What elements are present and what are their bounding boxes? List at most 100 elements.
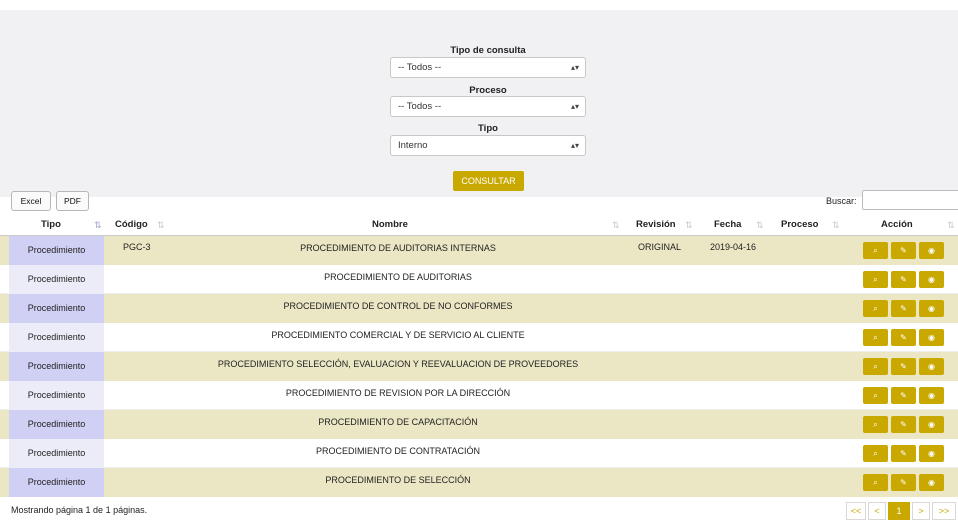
tipo-cell: Procedimiento: [9, 468, 104, 497]
hide-button[interactable]: ◉: [919, 416, 944, 433]
table-row: Procedimiento PROCEDIMIENTO COMERCIAL Y D…: [0, 323, 958, 352]
magnifier-icon: ⌕: [873, 478, 878, 487]
view-button[interactable]: ⌕: [863, 271, 888, 288]
edit-icon: ✎: [900, 478, 907, 487]
proceso-value: -- Todos --: [398, 101, 442, 112]
edit-button[interactable]: ✎: [891, 271, 916, 288]
select-arrows-icon: ▴▾: [570, 102, 579, 111]
magnifier-icon: ⌕: [873, 304, 878, 313]
pagination-info: Mostrando página 1 de 1 páginas.: [11, 505, 148, 515]
edit-button[interactable]: ✎: [891, 242, 916, 259]
edit-icon: ✎: [900, 246, 907, 255]
table-row: Procedimiento PROCEDIMIENTO SELECCIÓN, EV…: [0, 352, 958, 381]
nombre-cell: PROCEDIMIENTO SELECCIÓN, EVALUACION Y RE…: [217, 359, 579, 369]
pdf-button[interactable]: PDF: [56, 191, 89, 211]
edit-icon: ✎: [900, 304, 907, 313]
page-1-button[interactable]: 1: [888, 502, 910, 520]
edit-button[interactable]: ✎: [891, 300, 916, 317]
col-fecha-header[interactable]: Fecha: [714, 214, 741, 236]
table-row: Procedimiento PROCEDIMIENTO DE CONTROL DE…: [0, 294, 958, 323]
hide-button[interactable]: ◉: [919, 271, 944, 288]
select-arrows-icon: ▴▾: [570, 63, 579, 72]
view-button[interactable]: ⌕: [863, 445, 888, 462]
eye-slash-icon: ◉: [928, 478, 935, 487]
nombre-cell: PROCEDIMIENTO DE CONTRATACIÓN: [315, 446, 480, 456]
edit-button[interactable]: ✎: [891, 387, 916, 404]
nombre-cell: PROCEDIMIENTO DE AUDITORIAS INTERNAS: [300, 243, 496, 253]
prev-page-button[interactable]: <: [868, 502, 886, 520]
edit-icon: ✎: [900, 391, 907, 400]
nombre-cell: PROCEDIMIENTO DE REVISION POR LA DIRECCI…: [285, 388, 511, 398]
sort-icon[interactable]: ⇅: [947, 214, 955, 236]
edit-button[interactable]: ✎: [891, 416, 916, 433]
hide-button[interactable]: ◉: [919, 445, 944, 462]
view-button[interactable]: ⌕: [863, 474, 888, 491]
edit-button[interactable]: ✎: [891, 445, 916, 462]
search-input[interactable]: [862, 190, 958, 210]
hide-button[interactable]: ◉: [919, 358, 944, 375]
eye-slash-icon: ◉: [928, 246, 935, 255]
select-arrows-icon: ▴▾: [570, 141, 579, 150]
nombre-cell: PROCEDIMIENTO DE CONTROL DE NO CONFORMES: [283, 301, 513, 311]
sort-icon[interactable]: ⇅: [157, 214, 165, 236]
col-accion-header[interactable]: Acción: [881, 214, 913, 236]
magnifier-icon: ⌕: [873, 391, 878, 400]
nombre-cell: PROCEDIMIENTO COMERCIAL Y DE SERVICIO AL…: [271, 330, 525, 340]
hide-button[interactable]: ◉: [919, 300, 944, 317]
tipo-label: Tipo: [478, 123, 498, 134]
view-button[interactable]: ⌕: [863, 387, 888, 404]
consultar-button[interactable]: CONSULTAR: [453, 171, 524, 191]
col-revision-header[interactable]: Revisión: [636, 214, 676, 236]
tipo-consulta-value: -- Todos --: [398, 62, 442, 73]
eye-slash-icon: ◉: [928, 449, 935, 458]
sort-icon[interactable]: ⇅: [612, 214, 620, 236]
excel-button[interactable]: Excel: [11, 191, 51, 211]
tipo-cell: Procedimiento: [9, 381, 104, 410]
codigo-cell: PGC-3: [123, 242, 151, 252]
view-button[interactable]: ⌕: [863, 242, 888, 259]
view-button[interactable]: ⌕: [863, 416, 888, 433]
sort-asc-icon[interactable]: ⇅: [94, 214, 102, 236]
revision-cell: ORIGINAL: [638, 242, 682, 252]
view-button[interactable]: ⌕: [863, 329, 888, 346]
proceso-select[interactable]: -- Todos -- ▴▾: [390, 96, 586, 117]
tipo-cell: Procedimiento: [9, 352, 104, 381]
edit-icon: ✎: [900, 275, 907, 284]
col-tipo-header[interactable]: Tipo: [41, 214, 61, 236]
tipo-cell: Procedimiento: [9, 294, 104, 323]
edit-button[interactable]: ✎: [891, 329, 916, 346]
sort-icon[interactable]: ⇅: [685, 214, 693, 236]
col-codigo-header[interactable]: Código: [115, 214, 148, 236]
table-row: Procedimiento PGC-3 PROCEDIMIENTO DE AUDIT…: [0, 236, 958, 265]
col-proceso-header[interactable]: Proceso: [781, 214, 819, 236]
edit-button[interactable]: ✎: [891, 358, 916, 375]
eye-slash-icon: ◉: [928, 362, 935, 371]
edit-icon: ✎: [900, 362, 907, 371]
hide-button[interactable]: ◉: [919, 474, 944, 491]
nombre-cell: PROCEDIMIENTO DE CAPACITACIÓN: [318, 417, 478, 427]
edit-button[interactable]: ✎: [891, 474, 916, 491]
eye-slash-icon: ◉: [928, 420, 935, 429]
tipo-consulta-select[interactable]: -- Todos -- ▴▾: [390, 57, 586, 78]
view-button[interactable]: ⌕: [863, 358, 888, 375]
hide-button[interactable]: ◉: [919, 387, 944, 404]
edit-icon: ✎: [900, 333, 907, 342]
magnifier-icon: ⌕: [873, 420, 878, 429]
sort-icon[interactable]: ⇅: [832, 214, 840, 236]
tipo-cell: Procedimiento: [9, 410, 104, 439]
view-button[interactable]: ⌕: [863, 300, 888, 317]
fecha-cell: 2019-04-16: [710, 242, 757, 252]
edit-icon: ✎: [900, 449, 907, 458]
tipo-cell: Procedimiento: [9, 236, 104, 265]
tipo-select[interactable]: Interno ▴▾: [390, 135, 586, 156]
next-page-button[interactable]: >: [912, 502, 930, 520]
last-page-button[interactable]: >>: [932, 502, 956, 520]
magnifier-icon: ⌕: [873, 275, 878, 284]
hide-button[interactable]: ◉: [919, 242, 944, 259]
first-page-button[interactable]: <<: [846, 502, 866, 520]
hide-button[interactable]: ◉: [919, 329, 944, 346]
table-row: Procedimiento PROCEDIMIENTO DE REVISION P…: [0, 381, 958, 410]
magnifier-icon: ⌕: [873, 449, 878, 458]
sort-icon[interactable]: ⇅: [756, 214, 764, 236]
col-nombre-header[interactable]: Nombre: [372, 214, 408, 236]
